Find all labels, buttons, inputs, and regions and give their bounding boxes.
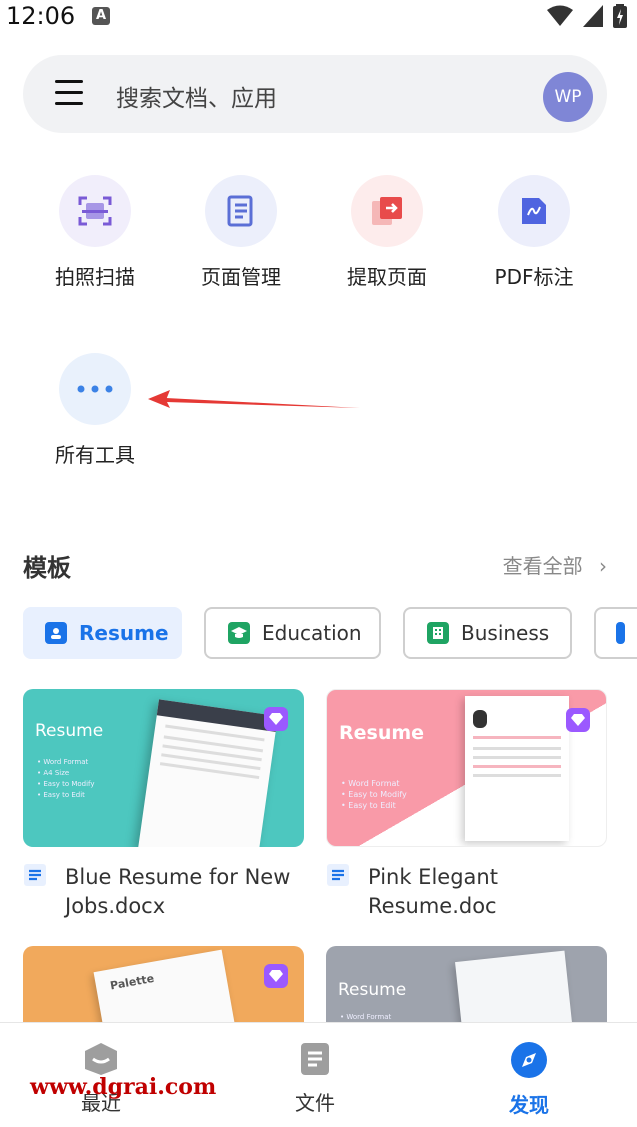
business-chip-icon bbox=[427, 622, 449, 644]
chip-business[interactable]: Business bbox=[403, 607, 572, 659]
tool-label: PDF标注 bbox=[494, 265, 574, 289]
resume-paper-preview bbox=[138, 699, 278, 847]
thumb-title: Resume bbox=[338, 980, 407, 1000]
battery-icon bbox=[613, 4, 627, 28]
template-card[interactable]: Resume • Word Format • A4 Size • Easy to… bbox=[23, 689, 304, 921]
tool-extract-page[interactable]: 提取页面 bbox=[327, 175, 447, 290]
nav-files[interactable]: 文件 bbox=[255, 1041, 375, 1116]
nav-discover[interactable]: 发现 bbox=[469, 1041, 589, 1118]
status-bar: 12:06 A bbox=[0, 0, 637, 32]
files-icon bbox=[301, 1043, 329, 1075]
recent-icon bbox=[85, 1043, 117, 1075]
chip-next-partial[interactable] bbox=[594, 607, 637, 659]
chip-education[interactable]: Education bbox=[204, 607, 381, 659]
search-bar[interactable]: 搜索文档、应用 WP bbox=[23, 55, 607, 133]
page-manage-icon bbox=[205, 175, 277, 247]
premium-gem-icon bbox=[264, 964, 288, 988]
doc-file-icon bbox=[327, 864, 349, 886]
see-all-link[interactable]: 查看全部 › bbox=[503, 550, 607, 579]
thumb-title: Resume bbox=[35, 721, 104, 741]
scan-icon bbox=[59, 175, 131, 247]
see-all-label: 查看全部 bbox=[502, 554, 583, 578]
more-dots-icon bbox=[59, 353, 131, 425]
tool-page-manage[interactable]: 页面管理 bbox=[181, 175, 301, 290]
annotation-arrow-icon bbox=[148, 390, 360, 408]
pdf-annotate-icon bbox=[498, 175, 570, 247]
template-thumbnail: Resume • Word Format • Easy to Modify • … bbox=[326, 689, 607, 847]
resume-chip-icon bbox=[45, 622, 67, 644]
nav-label: 发现 bbox=[509, 1093, 549, 1117]
resume-paper-preview bbox=[465, 696, 569, 841]
chip-label: Business bbox=[461, 621, 550, 645]
template-thumbnail: Resume • Word Format • A4 Size • Easy to… bbox=[23, 689, 304, 847]
tool-all-tools[interactable]: 所有工具 bbox=[35, 353, 155, 468]
thumb-title: Resume bbox=[339, 722, 425, 744]
template-meta: Blue Resume for New Jobs.docx bbox=[23, 863, 304, 921]
doc-chip-icon bbox=[616, 622, 625, 644]
extract-page-icon bbox=[351, 175, 423, 247]
status-icons bbox=[547, 4, 627, 28]
template-name: Pink Elegant Resume.doc bbox=[368, 865, 498, 918]
thumb-bullets: • Word Format • A4 Size • Easy to Modify… bbox=[37, 758, 95, 799]
doc-file-icon bbox=[24, 864, 46, 886]
tool-label: 页面管理 bbox=[201, 265, 281, 289]
chip-label: Resume bbox=[79, 621, 169, 645]
chevron-right-icon: › bbox=[599, 554, 607, 578]
education-chip-icon bbox=[228, 622, 250, 644]
tool-label: 拍照扫描 bbox=[55, 265, 135, 289]
chip-resume[interactable]: Resume bbox=[23, 607, 182, 659]
template-name: Blue Resume for New Jobs.docx bbox=[65, 865, 291, 918]
templates-title: 模板 bbox=[23, 554, 71, 582]
thumb-bullets: • Word Format • Easy to Modify • Easy to… bbox=[341, 779, 407, 810]
premium-gem-icon bbox=[566, 708, 590, 732]
template-card[interactable]: Resume • Word Format • Easy to Modify • … bbox=[326, 689, 607, 921]
chip-label: Education bbox=[262, 621, 362, 645]
compass-icon bbox=[511, 1042, 547, 1078]
nav-label: 文件 bbox=[295, 1091, 335, 1115]
hamburger-menu-icon[interactable] bbox=[55, 80, 83, 108]
tool-label: 提取页面 bbox=[347, 265, 427, 289]
user-avatar[interactable]: WP bbox=[543, 72, 593, 122]
signal-icon bbox=[583, 5, 603, 27]
tool-pdf-annotate[interactable]: PDF标注 bbox=[474, 175, 594, 290]
status-time: 12:06 bbox=[6, 2, 76, 30]
tool-label: 所有工具 bbox=[55, 443, 135, 467]
notification-a-icon: A bbox=[92, 7, 110, 25]
tool-scan[interactable]: 拍照扫描 bbox=[35, 175, 155, 290]
search-placeholder[interactable]: 搜索文档、应用 bbox=[116, 79, 277, 113]
watermark: www.dgrai.com bbox=[30, 1074, 217, 1100]
template-meta: Pink Elegant Resume.doc bbox=[326, 863, 607, 921]
premium-gem-icon bbox=[264, 707, 288, 731]
wifi-icon bbox=[547, 5, 573, 26]
